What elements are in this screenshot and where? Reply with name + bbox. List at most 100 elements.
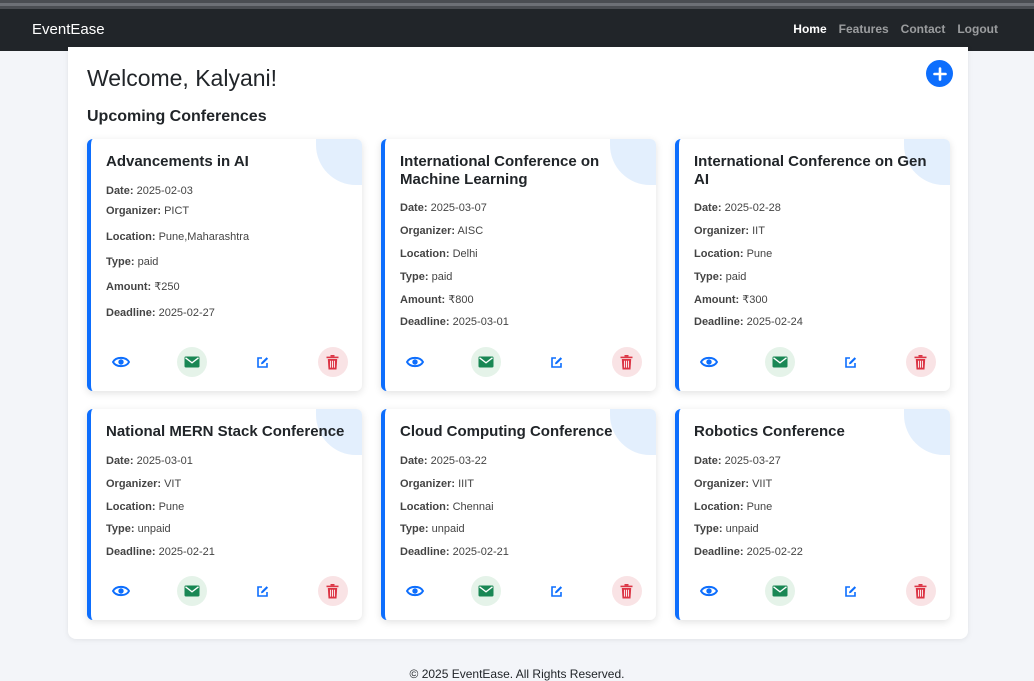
field-value-organizer: AISC	[457, 225, 484, 237]
field-label-type: Type:	[694, 271, 723, 283]
plus-icon	[932, 66, 947, 81]
field-amount: Amount: ₹250	[106, 281, 180, 294]
field-type: Type: paid	[106, 256, 158, 269]
conference-card: National MERN Stack Conference Date: 2025…	[87, 409, 362, 620]
field-value-date: 2025-03-07	[430, 202, 487, 214]
field-date: Date: 2025-03-27	[694, 455, 781, 468]
field-label-date: Date:	[694, 202, 722, 214]
field-label-location: Location:	[106, 501, 156, 513]
nav-link-home[interactable]: Home	[793, 22, 826, 36]
edit-button[interactable]	[835, 347, 865, 377]
field-value-date: 2025-03-27	[724, 455, 781, 467]
field-value-date: 2025-02-03	[136, 185, 193, 197]
field-label-type: Type:	[694, 523, 723, 535]
conference-title: International Conference on Machine Lear…	[400, 153, 600, 188]
field-date: Date: 2025-02-03	[106, 185, 193, 198]
field-label-deadline: Deadline:	[694, 316, 744, 328]
view-button[interactable]	[694, 347, 724, 377]
field-value-deadline: 2025-03-01	[452, 316, 509, 328]
field-type: Type: unpaid	[694, 523, 759, 536]
field-label-type: Type:	[106, 256, 135, 268]
field-location: Location: Pune,Maharashtra	[106, 231, 249, 244]
field-label-deadline: Deadline:	[694, 546, 744, 558]
field-value-date: 2025-02-28	[724, 202, 781, 214]
field-value-location: Pune	[746, 501, 773, 513]
email-button[interactable]	[470, 347, 501, 377]
edit-button[interactable]	[541, 347, 571, 377]
field-date: Date: 2025-03-01	[106, 455, 193, 468]
delete-button[interactable]	[317, 576, 348, 606]
field-value-type: unpaid	[725, 523, 759, 535]
brand-logo[interactable]: EventEase	[32, 21, 105, 38]
conference-card: Robotics Conference Date: 2025-03-27 Organ…	[675, 409, 950, 620]
nav-link-features[interactable]: Features	[839, 22, 889, 36]
email-button[interactable]	[176, 576, 207, 606]
field-location: Location: Chennai	[400, 501, 494, 514]
trash-icon	[914, 354, 927, 370]
add-conference-button[interactable]	[926, 60, 953, 87]
edit-button[interactable]	[541, 576, 571, 606]
edit-button[interactable]	[835, 576, 865, 606]
edit-button[interactable]	[247, 347, 277, 377]
eye-icon	[406, 355, 424, 369]
field-location: Location: Pune	[106, 501, 184, 514]
field-value-date: 2025-03-01	[136, 455, 193, 467]
envelope-icon	[184, 585, 200, 597]
field-location: Location: Pune	[694, 248, 772, 261]
card-actions	[106, 576, 348, 606]
delete-button[interactable]	[905, 576, 936, 606]
view-button[interactable]	[694, 576, 724, 606]
field-value-organizer: VIIT	[752, 478, 773, 490]
eye-icon	[700, 584, 718, 598]
nav-link-contact[interactable]: Contact	[901, 22, 946, 36]
field-label-location: Location:	[400, 248, 450, 260]
field-value-deadline: 2025-02-21	[158, 546, 215, 558]
field-date: Date: 2025-03-22	[400, 455, 487, 468]
delete-button[interactable]	[611, 576, 642, 606]
edit-icon	[256, 585, 269, 598]
field-label-location: Location:	[694, 501, 744, 513]
field-label-location: Location:	[106, 231, 156, 243]
delete-button[interactable]	[317, 347, 348, 377]
footer: © 2025 EventEase. All Rights Reserved.	[409, 667, 625, 681]
edit-icon	[844, 585, 857, 598]
edit-icon	[550, 356, 563, 369]
field-value-location: Pune	[158, 501, 185, 513]
welcome-heading: Welcome, Kalyani!	[87, 65, 278, 91]
field-deadline: Deadline: 2025-02-21	[106, 546, 215, 559]
field-value-location: Delhi	[452, 248, 478, 260]
view-button[interactable]	[400, 576, 430, 606]
field-value-date: 2025-03-22	[430, 455, 487, 467]
delete-button[interactable]	[905, 347, 936, 377]
field-value-location: Chennai	[452, 501, 494, 513]
eye-icon	[112, 584, 130, 598]
field-label-deadline: Deadline:	[400, 316, 450, 328]
nav-link-logout[interactable]: Logout	[957, 22, 998, 36]
field-organizer: Organizer: PICT	[106, 205, 189, 218]
envelope-icon	[184, 356, 200, 368]
conference-card: International Conference on Machine Lear…	[381, 139, 656, 391]
field-value-type: paid	[431, 271, 453, 283]
field-label-date: Date:	[400, 202, 428, 214]
email-button[interactable]	[176, 347, 207, 377]
email-button[interactable]	[470, 576, 501, 606]
card-actions	[106, 347, 348, 377]
view-button[interactable]	[106, 347, 136, 377]
view-button[interactable]	[106, 576, 136, 606]
field-label-location: Location:	[694, 248, 744, 260]
view-button[interactable]	[400, 347, 430, 377]
field-value-organizer: IIT	[752, 225, 765, 237]
field-label-date: Date:	[694, 455, 722, 467]
window-top-border	[0, 0, 1034, 9]
field-value-deadline: 2025-02-22	[746, 546, 803, 558]
edit-button[interactable]	[247, 576, 277, 606]
nav-links: Home Features Contact Logout	[793, 22, 998, 36]
delete-button[interactable]	[611, 347, 642, 377]
field-deadline: Deadline: 2025-02-22	[694, 546, 803, 559]
email-button[interactable]	[764, 576, 795, 606]
trash-icon	[326, 354, 339, 370]
trash-icon	[620, 354, 633, 370]
field-value-location: Pune	[746, 248, 773, 260]
field-label-type: Type:	[400, 523, 429, 535]
email-button[interactable]	[764, 347, 795, 377]
